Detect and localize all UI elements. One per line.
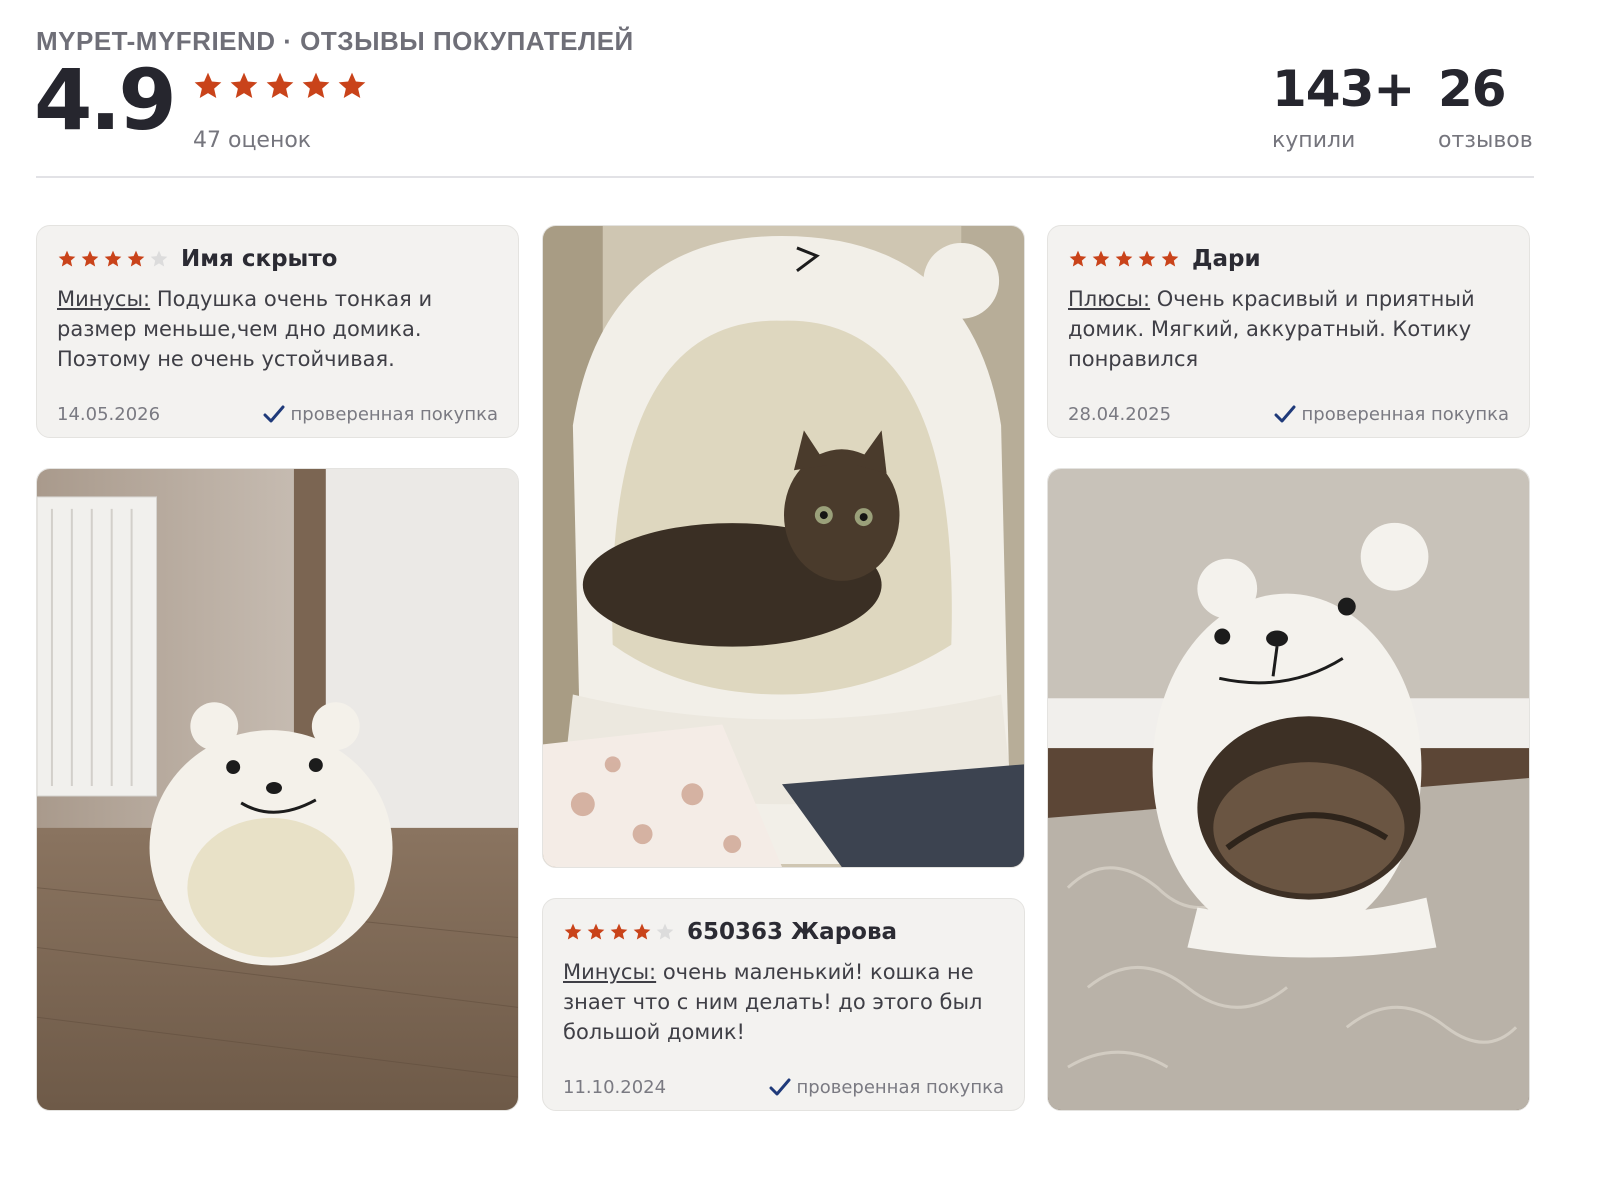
star-filled-icon [194,72,222,98]
check-icon [769,1078,791,1095]
star-empty-icon [150,250,168,267]
check-icon [1274,405,1296,422]
verified-label: проверенная покупка [290,404,498,425]
stat-bought-value: 143+ [1272,60,1415,118]
review-label: Плюсы: [1068,287,1151,311]
star-filled-icon [1092,250,1110,267]
review-photo[interactable] [542,225,1025,868]
star-filled-icon [564,923,582,940]
stat-bought: 143+ купили [1272,60,1415,153]
star-filled-icon [338,72,366,98]
star-filled-icon [1069,250,1087,267]
star-filled-icon [633,923,651,940]
review-stars [57,249,169,269]
review-author: Имя скрыто [181,246,338,272]
review-card[interactable]: 650363 Жарова Минусы: очень маленький! к… [542,898,1025,1111]
header-divider [36,176,1534,178]
star-filled-icon [230,72,258,98]
star-filled-icon [81,250,99,267]
review-text: Плюсы: Очень красивый и приятный домик. … [1068,284,1509,374]
stat-bought-label: купили [1272,128,1356,153]
star-filled-icon [587,923,605,940]
star-filled-icon [1161,250,1179,267]
cat-sleeping-bear-house-photo [1048,469,1529,1110]
star-filled-icon [610,923,628,940]
check-icon [263,405,285,422]
review-author: Дари [1192,246,1261,272]
verified-label: проверенная покупка [796,1077,1004,1098]
star-filled-icon [1138,250,1156,267]
star-filled-icon [1115,250,1133,267]
bear-cat-house-empty-photo [37,469,518,1110]
ratings-count: 47 оценок [193,128,312,153]
review-photo[interactable] [1047,468,1530,1111]
star-empty-icon [656,923,674,940]
review-stars [1068,249,1180,269]
review-label: Минусы: [57,287,151,311]
review-card[interactable]: Имя скрыто Минусы: Подушка очень тонкая … [36,225,519,438]
review-date: 28.04.2025 [1068,404,1172,425]
stat-reviews[interactable]: 26 отзывов [1438,64,1533,153]
review-card[interactable]: Дари Плюсы: Очень красивый и приятный до… [1047,225,1530,438]
review-label: Минусы: [563,960,657,984]
star-filled-icon [58,250,76,267]
cat-inside-bear-house-photo [543,226,1024,867]
verified-purchase: проверенная покупка [769,1077,1004,1098]
rating-stars [192,70,368,102]
review-photo[interactable] [36,468,519,1111]
stat-reviews-label: отзывов [1438,128,1533,153]
review-date: 11.10.2024 [563,1077,667,1098]
stat-reviews-value: 26 [1438,60,1507,118]
review-date: 14.05.2026 [57,404,161,425]
verified-label: проверенная покупка [1301,404,1509,425]
average-rating: 4.9 [34,51,177,149]
review-author: 650363 Жарова [687,919,898,945]
verified-purchase: проверенная покупка [263,404,498,425]
star-filled-icon [266,72,294,98]
star-filled-icon [302,72,330,98]
star-filled-icon [127,250,145,267]
verified-purchase: проверенная покупка [1274,404,1509,425]
review-text: Минусы: Подушка очень тонкая и размер ме… [57,284,498,374]
review-stars [563,922,675,942]
star-filled-icon [104,250,122,267]
review-text: Минусы: очень маленький! кошка не знает … [563,957,1004,1047]
